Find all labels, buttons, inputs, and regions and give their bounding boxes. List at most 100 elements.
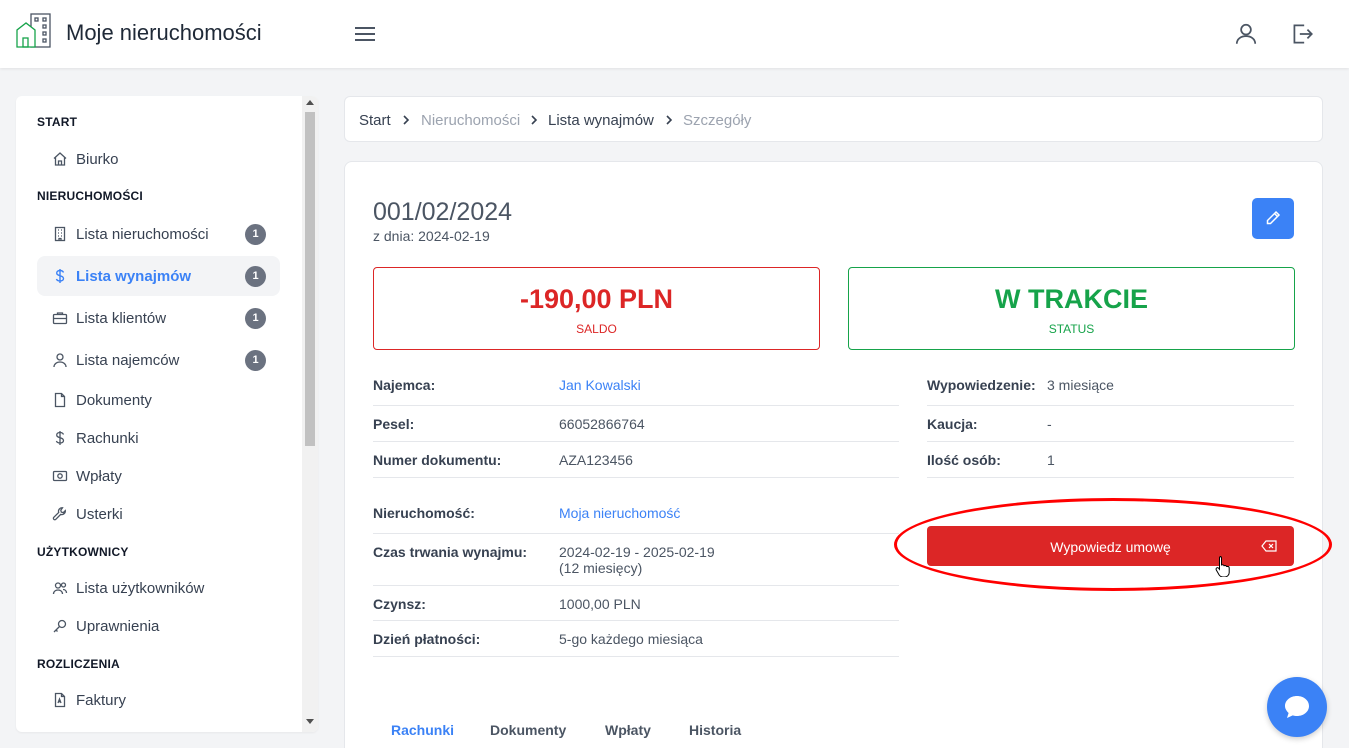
sidebar-item-lista-klientow[interactable]: Lista klientów 1 <box>37 298 280 338</box>
document-icon <box>54 392 66 408</box>
detail-row-occupants: Ilość osób: 1 <box>927 442 1294 478</box>
dollar-icon <box>55 269 65 283</box>
property-link[interactable]: Moja nieruchomość <box>559 505 680 521</box>
breadcrumb-start[interactable]: Start <box>359 112 391 129</box>
sidebar-item-lista-najemcow[interactable]: Lista najemców 1 <box>37 340 280 380</box>
sidebar-item-label: Faktury <box>76 692 127 709</box>
detail-key: Dzień płatności: <box>373 631 481 647</box>
chat-bubble-icon <box>1285 696 1309 718</box>
detail-row-rent: Czynsz: 1000,00 PLN <box>373 586 899 621</box>
count-badge: 1 <box>245 308 266 329</box>
edit-button[interactable] <box>1252 198 1294 239</box>
sidebar-section-start: START <box>37 115 78 129</box>
count-badge: 1 <box>245 224 266 245</box>
balance-value: -190,00 PLN <box>519 284 674 314</box>
tab-historia[interactable]: Historia <box>689 722 741 738</box>
detail-value: 2024-02-19 - 2025-02-19 <box>559 544 715 560</box>
rental-number: 001/02/2024 <box>373 198 513 226</box>
sidebar-section-users: UŻYTKOWNICY <box>37 545 129 559</box>
detail-row-tenant: Najemca: Jan Kowalski <box>373 367 899 406</box>
user-profile-icon[interactable] <box>1233 21 1259 47</box>
detail-row-notice: Wypowiedzenie: 3 miesiące <box>927 367 1294 406</box>
sidebar-item-lista-nieruchomosci[interactable]: Lista nieruchomości 1 <box>37 214 280 254</box>
sidebar-item-label: Dokumenty <box>76 392 152 409</box>
chevron-right-icon <box>531 115 538 125</box>
sidebar-item-label: Biurko <box>76 151 119 168</box>
detail-value: 66052866764 <box>559 416 645 432</box>
sidebar-item-rachunki[interactable]: Rachunki <box>37 418 280 458</box>
balance-box: -190,00 PLN SALDO <box>373 267 820 350</box>
sidebar-item-label: Lista najemców <box>76 352 180 369</box>
detail-value: 3 miesiące <box>1047 377 1114 393</box>
red-highlight-ellipse <box>894 498 1332 591</box>
rental-date: z dnia: 2024-02-19 <box>373 228 490 244</box>
tab-wplaty[interactable]: Wpłaty <box>605 722 651 738</box>
wrench-icon <box>52 507 66 521</box>
breadcrumb-rentals[interactable]: Lista wynajmów <box>548 112 654 129</box>
sidebar-item-uprawnienia[interactable]: Uprawnienia <box>37 606 280 646</box>
sidebar-item-faktury[interactable]: Faktury <box>37 680 280 720</box>
sidebar-scrollbar[interactable] <box>302 96 318 732</box>
sidebar: START Biurko NIERUCHOMOŚCI Lista nieruch… <box>16 96 318 732</box>
detail-key: Czas trwania wynajmu: <box>373 544 528 560</box>
sidebar-section-billing: ROZLICZENIA <box>37 657 120 671</box>
app-title: Moje nieruchomości <box>66 20 262 45</box>
sidebar-item-label: Uprawnienia <box>76 618 160 635</box>
logout-icon[interactable] <box>1289 21 1315 47</box>
sidebar-item-lista-uzytkownikow[interactable]: Lista użytkowników <box>37 568 280 608</box>
pencil-icon <box>1266 210 1281 225</box>
detail-value: 1000,00 PLN <box>559 596 641 612</box>
tab-rachunki[interactable]: Rachunki <box>391 722 454 738</box>
sidebar-item-label: Lista klientów <box>76 310 167 327</box>
detail-value: 5-go każdego miesiąca <box>559 631 703 647</box>
sidebar-item-biurko[interactable]: Biurko <box>37 139 280 179</box>
breadcrumb-properties[interactable]: Nieruchomości <box>421 112 520 129</box>
scroll-up-icon[interactable] <box>306 100 314 105</box>
sidebar-item-label: Wpłaty <box>76 468 122 485</box>
rental-details-card: 001/02/2024 z dnia: 2024-02-19 -190,00 P… <box>344 161 1332 748</box>
detail-key: Czynsz: <box>373 596 426 612</box>
cash-icon <box>52 470 68 482</box>
sidebar-item-usterki[interactable]: Usterki <box>37 494 280 534</box>
building-icon <box>54 226 66 242</box>
count-badge: 1 <box>245 350 266 371</box>
detail-key: Wypowiedzenie: <box>927 377 1036 393</box>
sidebar-item-label: Rachunki <box>76 430 139 447</box>
scroll-down-icon[interactable] <box>306 719 314 724</box>
detail-key: Najemca: <box>373 377 436 393</box>
sidebar-item-label: Usterki <box>76 506 123 523</box>
detail-row-payment-day: Dzień płatności: 5-go każdego miesiąca <box>373 621 899 657</box>
detail-value: AZA123456 <box>559 452 633 468</box>
sidebar-section-properties: NIERUCHOMOŚCI <box>37 189 143 203</box>
tenant-link[interactable]: Jan Kowalski <box>559 377 641 393</box>
sidebar-item-dokumenty[interactable]: Dokumenty <box>37 380 280 420</box>
tab-dokumenty[interactable]: Dokumenty <box>490 722 566 738</box>
chat-button[interactable] <box>1267 677 1327 737</box>
briefcase-icon <box>52 312 68 325</box>
detail-row-deposit: Kaucja: - <box>927 406 1294 442</box>
detail-key: Pesel: <box>373 416 415 432</box>
chevron-right-icon <box>666 115 673 125</box>
detail-value-secondary: (12 miesięcy) <box>559 560 643 576</box>
scrollbar-thumb[interactable] <box>305 112 315 446</box>
detail-row-property: Nieruchomość: Moja nieruchomość <box>373 495 899 534</box>
user-icon <box>53 353 67 368</box>
status-box: W TRAKCIE STATUS <box>848 267 1295 350</box>
sidebar-item-label: Lista nieruchomości <box>76 226 209 243</box>
sidebar-item-wplaty[interactable]: Wpłaty <box>37 456 280 496</box>
users-icon <box>52 582 68 595</box>
detail-key: Nieruchomość: <box>373 505 475 521</box>
detail-key: Ilość osób: <box>927 452 1001 468</box>
top-bar: Moje nieruchomości <box>0 0 1349 68</box>
key-icon <box>53 619 67 633</box>
hand-cursor-icon <box>1215 556 1230 577</box>
hamburger-menu-icon[interactable] <box>353 22 377 46</box>
detail-key: Kaucja: <box>927 416 978 432</box>
invoice-icon <box>54 692 66 708</box>
sidebar-item-lista-wynajmow[interactable]: Lista wynajmów 1 <box>37 256 280 296</box>
count-badge: 1 <box>245 266 266 287</box>
detail-key: Numer dokumentu: <box>373 452 502 468</box>
breadcrumb-details: Szczegóły <box>683 112 752 129</box>
buildings-logo-icon <box>16 13 51 48</box>
balance-label: SALDO <box>576 322 617 336</box>
